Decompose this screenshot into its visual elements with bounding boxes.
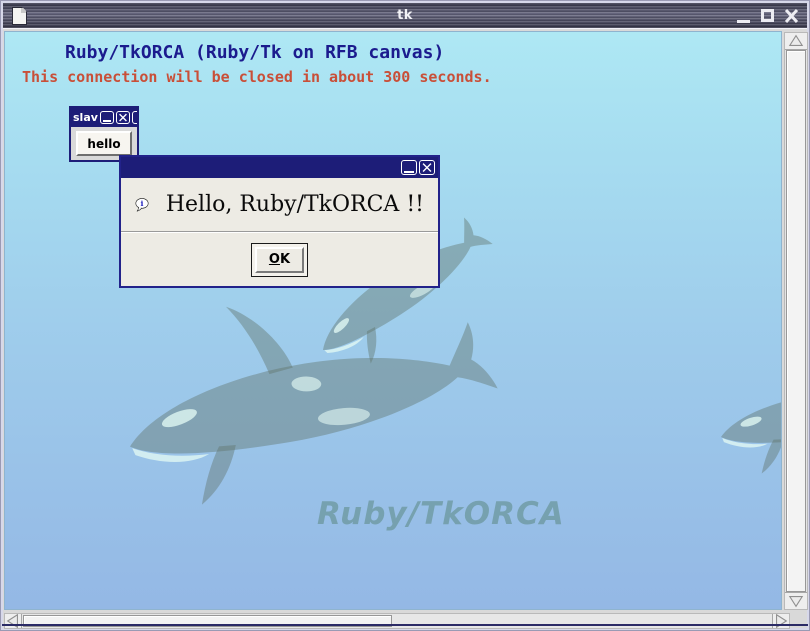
close-button[interactable]	[782, 7, 801, 25]
ok-focus-ring: OK	[251, 243, 308, 277]
ok-button[interactable]: OK	[255, 247, 304, 273]
slave-window: slav hello	[69, 106, 139, 162]
vertical-thumb[interactable]	[786, 50, 806, 592]
arrow-down-icon	[788, 593, 804, 609]
scroll-up-button[interactable]	[785, 33, 807, 49]
scroll-right-button[interactable]	[773, 614, 789, 628]
arrow-up-icon	[788, 33, 804, 49]
slave-titlebar[interactable]: slav	[71, 108, 137, 127]
message-dialog: i Hello, Ruby/TkORCA !! OK	[119, 155, 440, 288]
rfb-canvas: Ruby/TkORCA Ruby/TkORCA (Ruby/Tk on RFB …	[4, 31, 782, 610]
ok-label-mnemonic: O	[269, 252, 280, 267]
arrow-right-icon	[773, 613, 789, 629]
slave-clipped-button[interactable]	[132, 111, 137, 124]
canvas-watermark: Ruby/TkORCA	[317, 496, 565, 532]
vertical-scrollbar[interactable]	[784, 32, 808, 610]
orca-right-edge	[711, 337, 782, 479]
hello-button[interactable]: hello	[76, 131, 132, 156]
info-icon: i	[135, 187, 150, 223]
ok-label-rest: K	[280, 252, 290, 267]
window-controls	[734, 7, 801, 25]
dialog-content: i Hello, Ruby/TkORCA !!	[121, 178, 438, 231]
dialog-minimize-button[interactable]	[401, 160, 417, 175]
slave-minimize-button[interactable]	[100, 111, 114, 124]
window-title: tk	[3, 8, 807, 23]
dialog-button-area: OK	[121, 233, 438, 286]
orca-main	[107, 259, 508, 516]
dialog-close-button[interactable]	[419, 160, 435, 175]
horizontal-scrollbar[interactable]	[4, 613, 790, 629]
vertical-track[interactable]	[785, 49, 807, 593]
scroll-down-button[interactable]	[785, 593, 807, 609]
dialog-message: Hello, Ruby/TkORCA !!	[166, 192, 424, 217]
close-icon	[782, 7, 801, 25]
maximize-button[interactable]	[758, 7, 777, 25]
horizontal-thumb[interactable]	[23, 615, 392, 627]
maximize-icon	[761, 9, 774, 22]
minimize-button[interactable]	[734, 7, 753, 25]
horizontal-track[interactable]	[21, 614, 773, 628]
timeout-notice: This connection will be closed in about …	[22, 68, 492, 86]
slave-title: slav	[73, 111, 98, 124]
close-icon	[117, 112, 129, 123]
minimize-icon	[737, 20, 750, 23]
scroll-left-button[interactable]	[5, 614, 21, 628]
arrow-left-icon	[5, 613, 21, 629]
dialog-titlebar[interactable]	[121, 157, 438, 178]
svg-text:i: i	[141, 199, 144, 208]
client-area: Ruby/TkORCA Ruby/TkORCA (Ruby/Tk on RFB …	[3, 28, 807, 628]
window-titlebar[interactable]: tk	[3, 3, 807, 28]
tk-window: tk	[0, 0, 810, 631]
canvas-heading: Ruby/TkORCA (Ruby/Tk on RFB canvas)	[65, 42, 444, 63]
slave-close-button[interactable]	[116, 111, 130, 124]
close-icon	[420, 161, 434, 174]
